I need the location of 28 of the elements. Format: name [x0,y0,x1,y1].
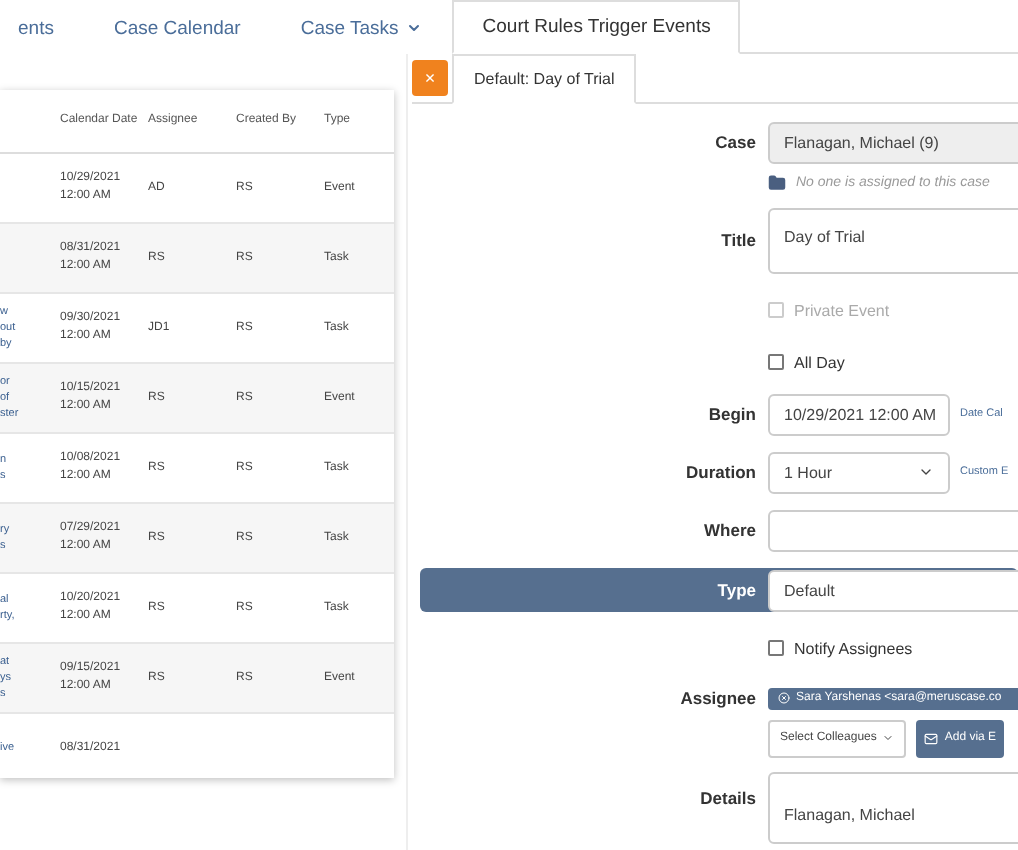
case-field[interactable]: Flanagan, Michael (9) [768,121,1018,163]
title-field[interactable]: Day of Trial [768,207,1018,273]
duration-select[interactable]: 1 Hour [768,451,950,493]
mail-icon [924,731,939,745]
remove-icon[interactable] [778,692,790,704]
checkbox-label: All Day [794,353,845,371]
chevron-icon [918,464,934,480]
details-field[interactable]: Flanagan, Michael [768,772,1018,844]
field-label: Type [715,580,756,600]
checkbox-label: Notify Assignees [794,639,913,657]
nav-tab[interactable]: Court Rules Trigger Events [452,0,741,54]
begin-field[interactable]: 10/29/2021 12:00 AM [768,393,950,435]
type-select[interactable]: Default [768,569,1018,611]
field-label: Title [719,230,756,250]
checkbox-label: Private Event [794,301,890,319]
field-label: Begin [706,404,756,424]
checkbox[interactable] [768,354,784,370]
editor-tab[interactable]: Default: Day of Trial [452,54,637,104]
nav-tab[interactable]: Case Tasks [270,0,453,54]
caret-icon [882,732,895,744]
field-label: Duration [684,462,756,482]
field-label: Details [698,786,756,808]
field-label: Assignee [678,688,756,708]
checkbox[interactable] [768,640,784,656]
caret-icon [406,20,423,36]
field-label: Case [713,132,756,152]
folder-icon [768,173,786,191]
field-label: Where [702,520,756,540]
